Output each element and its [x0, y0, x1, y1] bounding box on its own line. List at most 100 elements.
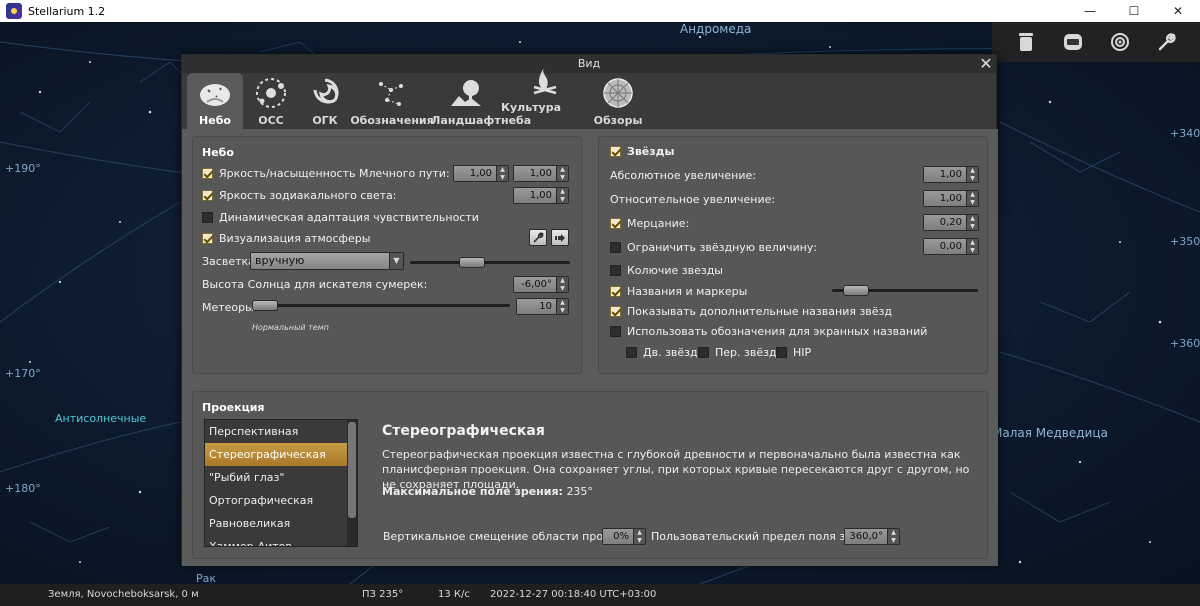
checkbox-icon	[202, 168, 213, 179]
hip-label: HIP	[793, 346, 812, 359]
stars-checkbox[interactable]: Звёзды	[610, 145, 674, 158]
datetime-text[interactable]: 2022-12-27 00:18:40 UTC+03:00	[490, 589, 656, 600]
minimize-button[interactable]: —	[1068, 0, 1112, 22]
tab-sky-label: Небо	[199, 114, 231, 127]
dso-tab-icon	[308, 76, 342, 110]
tab-dso[interactable]: ОГК	[299, 73, 351, 129]
list-item[interactable]: Ортографическая	[205, 489, 357, 512]
wrench-icon	[533, 232, 544, 243]
location-text[interactable]: Земля, Novocheboksarsk, 0 м	[48, 589, 199, 600]
sky-label-deg170: +170°	[5, 367, 41, 380]
spin-arrows[interactable]: ▲ ▼	[887, 529, 899, 544]
scrollbar-thumb[interactable]	[348, 422, 356, 518]
projection-list-scrollbar[interactable]	[347, 420, 357, 546]
twilight-label: Высота Солнца для искателя сумерек:	[202, 278, 428, 291]
twilight-row: Высота Солнца для искателя сумерек:	[202, 278, 427, 291]
arrow-right-icon	[555, 233, 565, 242]
light-pollution-combobox[interactable]: вручную ▼	[250, 252, 404, 270]
meteors-spinbox[interactable]: 10 ▲ ▼	[516, 298, 569, 315]
spikes-checkbox[interactable]: Колючие звезды	[610, 264, 723, 277]
milky-way-saturation-spinbox[interactable]: 1,00 ▲ ▼	[513, 165, 569, 182]
spin-arrows[interactable]: ▲ ▼	[556, 166, 568, 181]
atmosphere-label: Визуализация атмосферы	[219, 232, 371, 245]
limit-magnitude-spinbox[interactable]: 0,00 ▲ ▼	[923, 238, 979, 255]
tab-sky-culture-label: Культура неба	[501, 101, 562, 127]
tab-landscape-label: Ландшафт	[431, 114, 501, 127]
dialog-titlebar[interactable]: Вид ✕	[182, 55, 996, 73]
dialog-title: Вид	[577, 57, 601, 70]
star-labels-checkbox[interactable]: Названия и маркеры	[610, 285, 747, 298]
spin-arrows[interactable]: ▲ ▼	[496, 166, 508, 181]
spin-arrows[interactable]: ▲ ▼	[556, 299, 568, 314]
spin-arrows[interactable]: ▲ ▼	[966, 239, 978, 254]
additional-names-checkbox[interactable]: Показывать дополнительные названия звёзд	[610, 305, 892, 318]
zodiacal-checkbox[interactable]: Яркость зодиакального света:	[202, 189, 397, 202]
milky-way-checkbox[interactable]: Яркость/насыщенность Млечного пути:	[202, 167, 450, 180]
list-item[interactable]: Стереографическая	[205, 443, 357, 466]
checkbox-icon	[610, 242, 621, 253]
variable-stars-checkbox[interactable]: Пер. звёзды	[698, 346, 785, 359]
dialog-close-button[interactable]: ✕	[976, 55, 996, 73]
twilight-altitude-spinbox[interactable]: -6,00° ▲ ▼	[513, 276, 569, 293]
user-fov-spinbox[interactable]: 360,0° ▲ ▼	[844, 528, 900, 545]
tab-solar-system[interactable]: ОСС	[245, 73, 297, 129]
milky-way-label: Яркость/насыщенность Млечного пути:	[219, 167, 450, 180]
max-fov-value: 235°	[566, 485, 593, 498]
absolute-scale-spinbox[interactable]: 1,00 ▲ ▼	[923, 166, 979, 183]
spin-value: 1,00	[454, 166, 496, 181]
meteors-slider-handle[interactable]	[252, 300, 278, 311]
atmosphere-details-button[interactable]	[551, 229, 569, 246]
list-item[interactable]: Хаммер-Аитов	[205, 535, 357, 546]
limit-magnitude-checkbox[interactable]: Ограничить звёздную величину:	[610, 241, 817, 254]
close-window-button[interactable]: ✕	[1156, 0, 1200, 22]
tab-landscape[interactable]: Ландшафт	[431, 73, 501, 129]
milky-way-brightness-spinbox[interactable]: 1,00 ▲ ▼	[453, 165, 509, 182]
hip-checkbox[interactable]: HIP	[776, 346, 811, 359]
list-item[interactable]: "Рыбий глаз"	[205, 466, 357, 489]
twinkle-spinbox[interactable]: 0,20 ▲ ▼	[923, 214, 979, 231]
screen-designations-label: Использовать обозначения для экранных на…	[627, 325, 928, 338]
meteors-slider-track[interactable]	[252, 304, 510, 307]
wrench-icon[interactable]	[1153, 28, 1181, 56]
checkbox-icon	[202, 233, 213, 244]
zodiacal-spinbox[interactable]: 1,00 ▲ ▼	[513, 187, 569, 204]
list-item[interactable]: Равновеликая	[205, 512, 357, 535]
tab-sky[interactable]: Небо	[187, 73, 243, 129]
maximize-button[interactable]: ☐	[1112, 0, 1156, 22]
atmosphere-checkbox[interactable]: Визуализация атмосферы	[202, 232, 370, 245]
target-icon[interactable]	[1106, 28, 1134, 56]
adaptation-label: Динамическая адаптация чувствительности	[219, 211, 479, 224]
screen-icon[interactable]	[1059, 28, 1087, 56]
adaptation-checkbox[interactable]: Динамическая адаптация чувствительности	[202, 211, 479, 224]
tab-markings[interactable]: Обозначения	[350, 73, 434, 129]
double-stars-checkbox[interactable]: Дв. звёзды	[626, 346, 706, 359]
tab-sky-culture[interactable]: Культура неба	[501, 66, 589, 129]
tab-surveys[interactable]: Обзоры	[591, 73, 645, 129]
spin-arrows[interactable]: ▲ ▼	[966, 191, 978, 206]
meteors-row: Метеоры:	[202, 301, 258, 314]
spin-arrows[interactable]: ▲ ▼	[556, 188, 568, 203]
spin-arrows[interactable]: ▲ ▼	[556, 277, 568, 292]
fov-text: ПЗ 235°	[362, 589, 404, 600]
additional-names-label: Показывать дополнительные названия звёзд	[627, 305, 893, 318]
screen-designations-checkbox[interactable]: Использовать обозначения для экранных на…	[610, 325, 927, 338]
checkbox-icon	[776, 347, 787, 358]
light-pollution-slider-handle[interactable]	[459, 257, 485, 268]
max-fov-label: Максимальное поле зрения:	[382, 485, 563, 498]
star-labels-slider-handle[interactable]	[843, 285, 869, 296]
tab-markings-label: Обозначения	[350, 114, 434, 127]
vertical-offset-spinbox[interactable]: 0% ▲ ▼	[602, 528, 646, 545]
atmosphere-settings-button[interactable]	[529, 229, 547, 246]
list-item[interactable]: Перспективная	[205, 420, 357, 443]
zodiacal-label: Яркость зодиакального света:	[219, 189, 397, 202]
chevron-down-icon: ▼	[389, 253, 403, 269]
spin-arrows[interactable]: ▲ ▼	[966, 167, 978, 182]
spin-arrows[interactable]: ▲ ▼	[966, 215, 978, 230]
light-pollution-slider-track[interactable]	[410, 261, 570, 264]
projection-list[interactable]: Перспективная Стереографическая "Рыбий г…	[204, 419, 358, 547]
spin-arrows[interactable]: ▲ ▼	[633, 529, 645, 544]
trash-icon[interactable]	[1012, 28, 1040, 56]
relative-scale-spinbox[interactable]: 1,00 ▲ ▼	[923, 190, 979, 207]
twinkle-checkbox[interactable]: Мерцание:	[610, 217, 689, 230]
absolute-scale-row: Абсолютное увеличение:	[610, 169, 756, 182]
